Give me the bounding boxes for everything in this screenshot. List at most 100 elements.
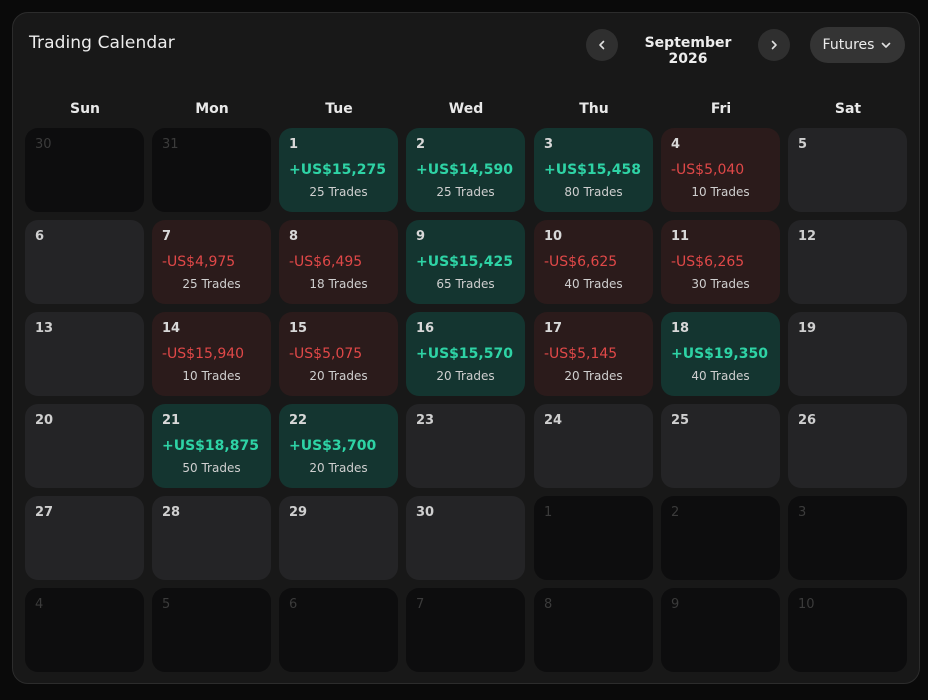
calendar-day-cell[interactable]: 29 [279, 496, 398, 580]
calendar-day-cell[interactable]: 20 [25, 404, 144, 488]
profit-amount: +US$15,275 [289, 162, 386, 178]
day-number: 2 [416, 137, 426, 152]
calendar-day-cell[interactable]: 15 -US$5,075 20 Trades [279, 312, 398, 396]
calendar-day-cell[interactable]: 27 [25, 496, 144, 580]
day-number: 10 [544, 229, 563, 244]
day-number: 19 [798, 321, 817, 336]
day-number: 3 [798, 505, 807, 520]
calendar-day-cell[interactable]: 8 -US$6,495 18 Trades [279, 220, 398, 304]
day-number: 24 [544, 413, 563, 428]
calendar-day-cell[interactable]: 19 [788, 312, 907, 396]
weekday-wed: Wed [448, 101, 484, 117]
day-number: 16 [416, 321, 435, 336]
calendar-day-cell[interactable]: 30 [25, 128, 144, 212]
previous-month-button[interactable] [586, 29, 618, 61]
trade-count: 20 Trades [564, 369, 623, 383]
trade-count: 25 Trades [182, 277, 241, 291]
weekday-sun: Sun [69, 101, 101, 117]
calendar-day-cell[interactable]: 7 -US$4,975 25 Trades [152, 220, 271, 304]
calendar-day-cell[interactable]: 2 [661, 496, 780, 580]
calendar-day-cell[interactable]: 6 [25, 220, 144, 304]
calendar-day-cell[interactable]: 7 [406, 588, 525, 672]
calendar-day-cell[interactable]: 8 [534, 588, 653, 672]
calendar-day-cell[interactable]: 10 [788, 588, 907, 672]
day-number: 23 [416, 413, 435, 428]
loss-amount: -US$6,265 [671, 254, 745, 270]
trade-count: 20 Trades [436, 369, 495, 383]
calendar-day-cell[interactable]: 4 -US$5,040 10 Trades [661, 128, 780, 212]
trade-count: 50 Trades [182, 461, 241, 475]
calendar-day-cell[interactable]: 30 [406, 496, 525, 580]
weekday-mon: Mon [195, 101, 229, 117]
day-number: 20 [35, 413, 54, 428]
calendar-day-cell[interactable]: 12 [788, 220, 907, 304]
day-number: 2 [671, 505, 680, 520]
calendar-day-cell[interactable]: 1 [534, 496, 653, 580]
day-number: 31 [162, 137, 179, 152]
calendar-day-cell[interactable]: 3 +US$15,458 80 Trades [534, 128, 653, 212]
profit-amount: +US$3,700 [289, 438, 377, 454]
day-number: 14 [162, 321, 181, 336]
day-number: 7 [162, 229, 172, 244]
calendar-day-cell[interactable]: 26 [788, 404, 907, 488]
day-number: 1 [289, 137, 299, 152]
next-month-button[interactable] [758, 29, 790, 61]
day-number: 27 [35, 505, 54, 520]
trade-count: 18 Trades [309, 277, 368, 291]
day-number: 4 [35, 597, 44, 612]
calendar-day-cell[interactable]: 2 +US$14,590 25 Trades [406, 128, 525, 212]
day-number: 3 [544, 137, 554, 152]
trading-calendar-panel: Trading Calendar September 2026 Futures … [12, 12, 920, 684]
loss-amount: -US$6,625 [544, 254, 618, 270]
calendar-day-cell[interactable]: 9 +US$15,425 65 Trades [406, 220, 525, 304]
market-type-dropdown[interactable]: Futures [810, 27, 905, 63]
day-number: 11 [671, 229, 690, 244]
trade-count: 40 Trades [564, 277, 623, 291]
calendar-day-cell[interactable]: 9 [661, 588, 780, 672]
loss-amount: -US$4,975 [162, 254, 236, 270]
calendar-day-cell[interactable]: 3 [788, 496, 907, 580]
chevron-down-icon [882, 42, 891, 48]
day-number: 9 [671, 597, 680, 612]
profit-amount: +US$15,458 [544, 162, 641, 178]
loss-amount: -US$15,940 [162, 346, 245, 362]
calendar-day-cell[interactable]: 10 -US$6,625 40 Trades [534, 220, 653, 304]
calendar-day-cell[interactable]: 28 [152, 496, 271, 580]
calendar-day-cell[interactable]: 4 [25, 588, 144, 672]
calendar-day-cell[interactable]: 25 [661, 404, 780, 488]
day-number: 30 [35, 137, 52, 152]
calendar-day-cell[interactable]: 17 -US$5,145 20 Trades [534, 312, 653, 396]
calendar-day-cell[interactable]: 14 -US$15,940 10 Trades [152, 312, 271, 396]
weekday-sat: Sat [834, 101, 862, 117]
profit-amount: +US$19,350 [671, 346, 768, 362]
day-number: 28 [162, 505, 181, 520]
trade-count: 10 Trades [182, 369, 241, 383]
profit-amount: +US$15,425 [416, 254, 513, 270]
calendar-day-cell[interactable]: 23 [406, 404, 525, 488]
trade-count: 65 Trades [436, 277, 495, 291]
loss-amount: -US$5,040 [671, 162, 745, 178]
dropdown-label: Futures [822, 37, 875, 53]
calendar-day-cell[interactable]: 13 [25, 312, 144, 396]
trade-count: 40 Trades [691, 369, 750, 383]
weekday-thu: Thu [579, 101, 609, 117]
day-number: 10 [798, 597, 815, 612]
calendar-day-cell[interactable]: 24 [534, 404, 653, 488]
day-number: 15 [289, 321, 308, 336]
profit-amount: +US$18,875 [162, 438, 259, 454]
calendar-day-cell[interactable]: 6 [279, 588, 398, 672]
day-number: 6 [289, 597, 298, 612]
calendar-day-cell[interactable]: 18 +US$19,350 40 Trades [661, 312, 780, 396]
calendar-day-cell[interactable]: 1 +US$15,275 25 Trades [279, 128, 398, 212]
profit-amount: +US$15,570 [416, 346, 513, 362]
day-number: 22 [289, 413, 308, 428]
trade-count: 20 Trades [309, 461, 368, 475]
calendar-day-cell[interactable]: 21 +US$18,875 50 Trades [152, 404, 271, 488]
day-number: 1 [544, 505, 553, 520]
calendar-day-cell[interactable]: 31 [152, 128, 271, 212]
calendar-day-cell[interactable]: 16 +US$15,570 20 Trades [406, 312, 525, 396]
calendar-day-cell[interactable]: 5 [152, 588, 271, 672]
calendar-day-cell[interactable]: 5 [788, 128, 907, 212]
calendar-day-cell[interactable]: 22 +US$3,700 20 Trades [279, 404, 398, 488]
calendar-day-cell[interactable]: 11 -US$6,265 30 Trades [661, 220, 780, 304]
